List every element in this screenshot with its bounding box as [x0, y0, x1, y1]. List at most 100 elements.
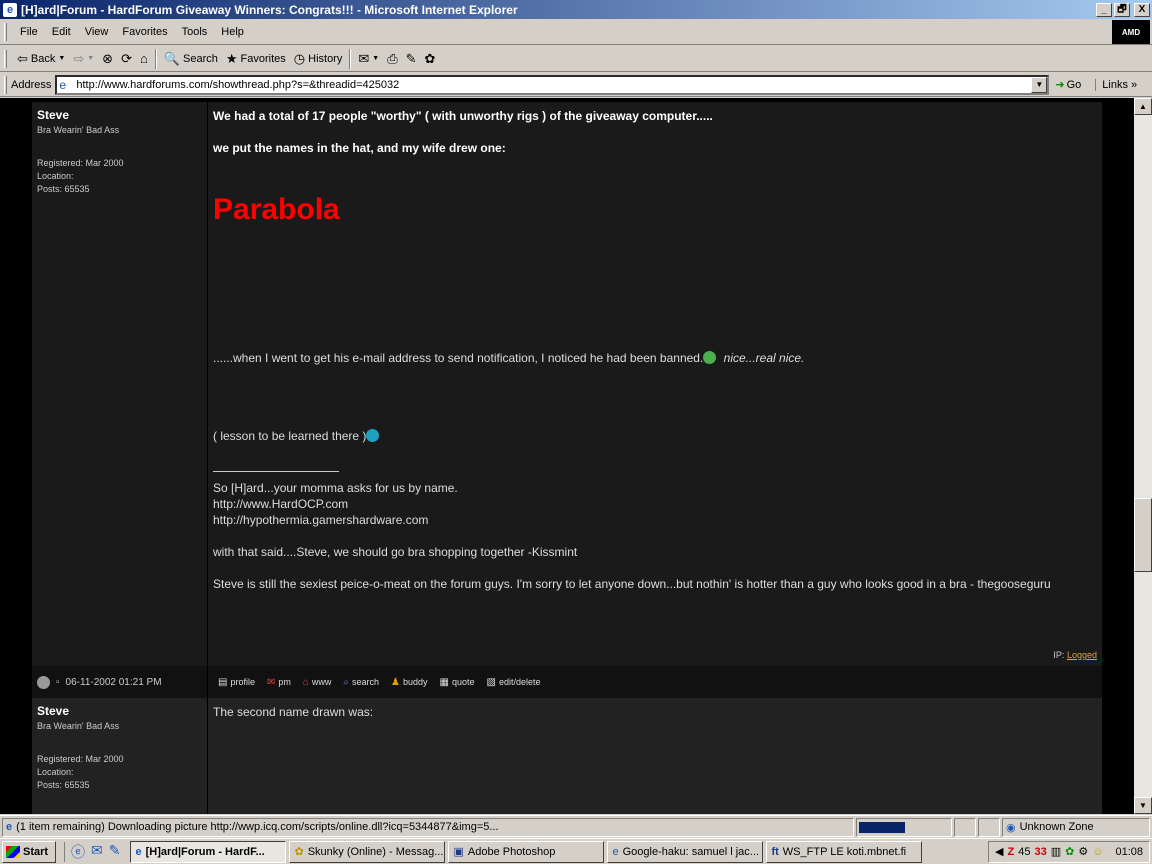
dropdown-arrow-icon[interactable]: ▼ [58, 55, 65, 62]
printer-icon: ⎙ [387, 51, 398, 66]
task-internet-explorer[interactable]: e [H]ard|Forum - HardF... [130, 840, 287, 863]
back-label: Back [30, 52, 56, 65]
desktop-launch-icon[interactable]: ✎ [109, 842, 121, 862]
address-field[interactable]: e ▼ [55, 74, 1050, 95]
minimize-button[interactable]: _ [1096, 2, 1112, 17]
menu-tools[interactable]: Tools [175, 26, 215, 38]
download-progress [856, 817, 952, 837]
ie-page-icon: e [59, 77, 67, 92]
dropdown-arrow-icon[interactable]: ▼ [372, 55, 379, 62]
task-photoshop[interactable]: ▣ Adobe Photoshop [448, 840, 605, 863]
print-button[interactable]: ⎙ [383, 48, 401, 70]
network-icon[interactable]: ▥ [1051, 845, 1061, 858]
search-button[interactable]: 🔍 Search [160, 48, 222, 70]
task-label: Adobe Photoshop [467, 845, 556, 858]
post-message: We had a total of 17 people "worthy" ( w… [208, 102, 1102, 666]
message-line: ( lesson to be learned there ) [213, 429, 1097, 443]
winner-name: Parabola [213, 193, 340, 226]
edit-icon: ▧ [486, 676, 496, 688]
username[interactable]: Steve [37, 108, 202, 122]
logged-link[interactable]: Logged [1067, 650, 1097, 660]
pm-label: pm [278, 677, 291, 687]
www-label: www [311, 677, 332, 687]
maximize-button[interactable]: 🗗 [1114, 2, 1130, 17]
start-button[interactable]: Start [2, 840, 56, 863]
profile-button[interactable]: ▤ profile [218, 677, 255, 688]
task-messenger[interactable]: ✿ Skunky (Online) - Messag... [289, 840, 446, 863]
task-label: [H]ard|Forum - HardF... [145, 845, 265, 858]
menu-file[interactable]: File [13, 26, 45, 38]
forward-button[interactable]: ⇨ ▼ [69, 48, 98, 70]
grin-smiley-icon [703, 351, 717, 364]
vertical-scrollbar[interactable]: ▲ ▼ [1134, 98, 1152, 814]
pm-button[interactable]: ✉ pm [267, 677, 291, 688]
menu-favorites[interactable]: Favorites [115, 26, 174, 38]
post-user-info: Steve Bra Wearin' Bad Ass Registered: Ma… [32, 698, 208, 814]
user-details: Registered: Mar 2000 Location: Posts: 65… [37, 157, 202, 196]
settings-tray-icon[interactable]: ⚙ [1078, 845, 1088, 858]
links-button[interactable]: Links » [1095, 78, 1137, 91]
stop-button[interactable]: ⊗ [98, 48, 117, 70]
menu-bar: File Edit View Favorites Tools Help AMD [0, 19, 1152, 45]
ip-logged: IP: Logged [1053, 650, 1097, 660]
post-message: The second name drawn was: [208, 698, 1102, 814]
signature-line: with that said....Steve, we should go br… [213, 545, 578, 559]
menu-view[interactable]: View [78, 26, 116, 38]
toolbar-grip[interactable] [4, 22, 7, 41]
standard-toolbar: ⇦ Back ▼ ⇨ ▼ ⊗ ⟳ ⌂ 🔍 Search ★ Favorites … [0, 46, 1152, 72]
ie-icon: e [612, 845, 619, 858]
home-icon: ⌂ [139, 51, 148, 66]
links-label: Links [1102, 78, 1128, 91]
go-button[interactable]: ➜ Go [1055, 78, 1081, 92]
quote-button[interactable]: ▦ quote [440, 677, 475, 688]
message-line: The second name drawn was: [213, 705, 374, 719]
menu-edit[interactable]: Edit [45, 26, 78, 38]
refresh-icon: ⟳ [121, 51, 132, 66]
outlook-launch-icon[interactable]: ✉ [91, 842, 103, 862]
edit-delete-button[interactable]: ▧ edit/delete [487, 677, 541, 688]
post: Steve Bra Wearin' Bad Ass Registered: Ma… [32, 102, 1102, 666]
mail-button[interactable]: ✉ ▼ [354, 48, 383, 70]
scroll-down-button[interactable]: ▼ [1134, 797, 1152, 814]
search-icon: 🔍 [163, 51, 181, 66]
refresh-button[interactable]: ⟳ [117, 48, 136, 70]
toolbar-grip[interactable] [4, 49, 7, 68]
signature-link[interactable]: http://www.HardOCP.com [213, 496, 1097, 512]
task-google[interactable]: e Google-haku: samuel l jac... [607, 840, 764, 863]
toolbar-grip[interactable] [4, 75, 7, 94]
back-button[interactable]: ⇦ Back ▼ [13, 48, 69, 70]
search-posts-button[interactable]: ⌕ search [343, 677, 379, 688]
post: Steve Bra Wearin' Bad Ass Registered: Ma… [32, 698, 1102, 814]
search-label: search [352, 677, 380, 687]
user-details: Registered: Mar 2000 Location: Posts: 65… [37, 753, 202, 792]
scroll-thumb[interactable] [1134, 498, 1152, 572]
ie-icon[interactable]: e [3, 2, 17, 17]
close-button[interactable]: X [1134, 2, 1150, 17]
edit-button[interactable]: ✎ [402, 48, 421, 70]
volume-icon[interactable]: ◀ [995, 845, 1003, 858]
buddy-button[interactable]: ♟ buddy [391, 677, 428, 688]
smiley-tray-icon[interactable]: ☺ [1092, 846, 1103, 858]
dropdown-arrow-icon[interactable]: ▼ [87, 55, 94, 62]
favorites-button[interactable]: ★ Favorites [222, 48, 290, 70]
signature-link[interactable]: http://hypothermia.gamershardware.com [213, 512, 1097, 528]
address-dropdown-button[interactable]: ▼ [1031, 76, 1048, 93]
ie-launch-icon[interactable]: ⓔ [71, 842, 85, 862]
url-input[interactable] [76, 78, 1017, 91]
ie-page-icon: e [6, 821, 13, 833]
home-button[interactable]: ⌂ [136, 48, 152, 70]
buddy-label: buddy [403, 677, 428, 687]
username[interactable]: Steve [37, 704, 202, 718]
www-button[interactable]: ⌂ www [303, 677, 332, 688]
menu-help[interactable]: Help [214, 26, 251, 38]
task-wsftp[interactable]: ft WS_FTP LE koti.mbnet.fi [766, 840, 923, 863]
address-bar: Address e ▼ ➜ Go Links » [0, 73, 1152, 97]
scroll-up-button[interactable]: ▲ [1134, 98, 1152, 115]
zone-label: Unknown Zone [1019, 821, 1094, 833]
zonealarm-icon[interactable]: Z [1008, 846, 1015, 858]
history-button[interactable]: ◷ History [290, 48, 347, 70]
messenger-button[interactable]: ✿ [421, 48, 440, 70]
status-pane [954, 817, 976, 837]
globe-icon: ◉ [1006, 821, 1016, 834]
messenger-tray-icon[interactable]: ✿ [1065, 845, 1074, 858]
